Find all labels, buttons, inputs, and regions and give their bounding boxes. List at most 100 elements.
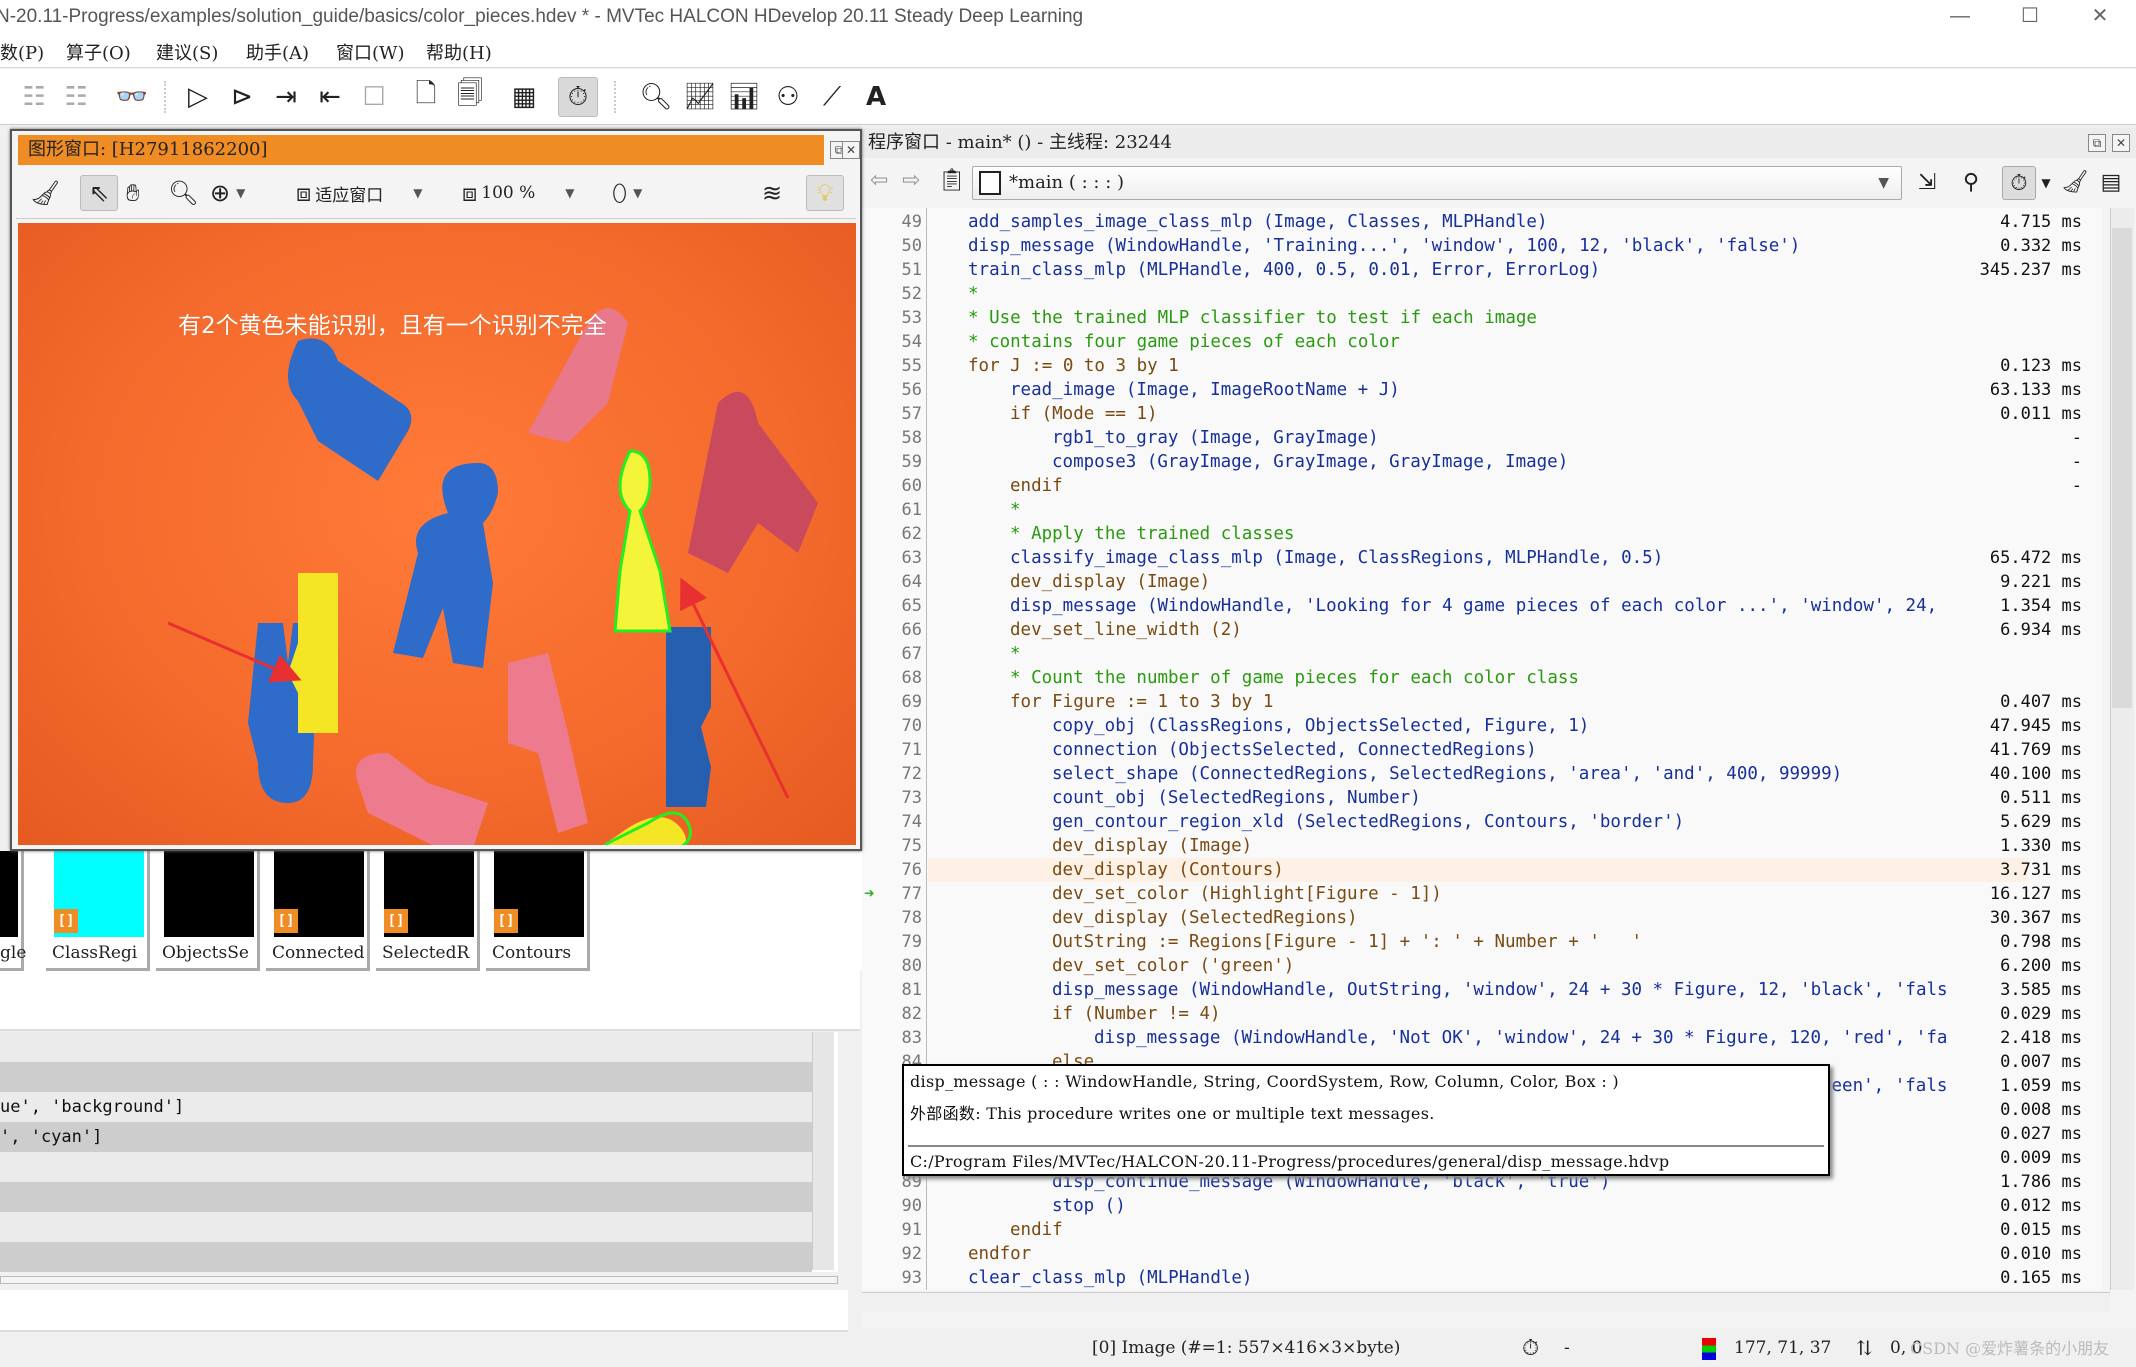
code-line[interactable]: * bbox=[968, 282, 979, 306]
line-number[interactable]: 68 bbox=[862, 666, 922, 690]
line-number[interactable]: 50 bbox=[862, 234, 922, 258]
code-line[interactable]: stop () bbox=[1052, 1194, 1126, 1218]
variable-row[interactable] bbox=[0, 1062, 812, 1092]
menu-window[interactable]: 窗口(W) bbox=[336, 39, 405, 65]
feature-histogram-icon[interactable]: 📊︎ bbox=[724, 77, 764, 117]
thumbnail-item[interactable]: gle bbox=[0, 851, 26, 971]
line-number[interactable]: 93 bbox=[862, 1266, 922, 1290]
shape-icon[interactable]: ⬯ ▼ bbox=[612, 175, 642, 211]
code-line[interactable]: classify_image_class_mlp (Image, ClassRe… bbox=[1010, 546, 1663, 570]
line-number[interactable]: 69 bbox=[862, 690, 922, 714]
maximize-button[interactable]: ☐ bbox=[2000, 0, 2060, 34]
line-number[interactable]: 83 bbox=[862, 1026, 922, 1050]
code-line[interactable]: clear_class_mlp (MLPHandle) bbox=[968, 1266, 1252, 1290]
line-number[interactable]: 54 bbox=[862, 330, 922, 354]
cancel-list-icon[interactable]: ☷ bbox=[56, 77, 96, 117]
variables-icon[interactable]: ▦ bbox=[504, 77, 544, 117]
pan-icon[interactable]: ✋︎ bbox=[126, 175, 140, 211]
code-line[interactable]: dev_display (Image) bbox=[1052, 834, 1252, 858]
line-number[interactable]: 73 bbox=[862, 786, 922, 810]
code-line[interactable]: * bbox=[1010, 498, 1021, 522]
line-number[interactable]: 62 bbox=[862, 522, 922, 546]
code-line[interactable]: for J := 0 to 3 by 1 bbox=[968, 354, 1179, 378]
menu-operators[interactable]: 算子(O) bbox=[66, 39, 131, 65]
magnifier-icon[interactable]: 🔍︎ bbox=[168, 175, 198, 211]
code-line[interactable]: disp_message (WindowHandle, 'Looking for… bbox=[1010, 594, 1937, 618]
variable-row[interactable]: ue', 'background'] bbox=[0, 1092, 812, 1122]
clear-breakpoints-icon[interactable]: ⚲ bbox=[1954, 166, 1988, 200]
line-number[interactable]: 92 bbox=[862, 1242, 922, 1266]
float-window-icon[interactable]: ⧉ bbox=[2088, 134, 2106, 152]
code-line[interactable]: for Figure := 1 to 3 by 1 bbox=[1010, 690, 1273, 714]
line-number[interactable]: 59 bbox=[862, 450, 922, 474]
code-line[interactable]: OutString := Regions[Figure - 1] + ': ' … bbox=[1052, 930, 1642, 954]
line-number[interactable]: 78 bbox=[862, 906, 922, 930]
code-scrollbar-thumb[interactable] bbox=[2112, 228, 2132, 708]
insert-code-icon[interactable]: 🗋 bbox=[406, 77, 446, 117]
line-number[interactable]: 79 bbox=[862, 930, 922, 954]
code-line[interactable]: * contains four game pieces of each colo… bbox=[968, 330, 1400, 354]
code-line[interactable]: dev_display (SelectedRegions) bbox=[1052, 906, 1358, 930]
feature-inspection-icon[interactable]: ⚇ bbox=[768, 77, 808, 117]
line-number[interactable]: 72 bbox=[862, 762, 922, 786]
code-line[interactable]: if (Number != 4) bbox=[1052, 1002, 1221, 1026]
menu-assistants[interactable]: 助手(A) bbox=[246, 39, 309, 65]
code-line[interactable]: dev_display (Contours) bbox=[1052, 858, 1284, 882]
code-line[interactable]: * Count the number of game pieces for ea… bbox=[1010, 666, 1579, 690]
code-line[interactable]: endif bbox=[1010, 1218, 1063, 1242]
variable-row[interactable] bbox=[0, 1242, 812, 1272]
line-number[interactable]: 80 bbox=[862, 954, 922, 978]
code-line[interactable]: * bbox=[1010, 642, 1021, 666]
code-line[interactable]: dev_set_color (Highlight[Figure - 1]) bbox=[1052, 882, 1442, 906]
line-number[interactable]: 49 bbox=[862, 210, 922, 234]
profiler-table-icon[interactable]: ▤ bbox=[2094, 166, 2128, 200]
menu-parameters[interactable]: 数(P) bbox=[0, 39, 44, 65]
stop-icon[interactable]: ☐ bbox=[354, 77, 394, 117]
line-number[interactable]: 82 bbox=[862, 1002, 922, 1026]
code-line[interactable]: compose3 (GrayImage, GrayImage, GrayImag… bbox=[1052, 450, 1568, 474]
code-line[interactable]: endfor bbox=[968, 1242, 1031, 1266]
insert-procedure-icon[interactable]: ⇲ bbox=[1910, 166, 1944, 200]
graphics-window-title[interactable]: 图形窗口: [H27911862200] bbox=[18, 135, 824, 165]
line-number[interactable]: 91 bbox=[862, 1218, 922, 1242]
menu-suggestions[interactable]: 建议(S) bbox=[156, 39, 218, 65]
code-line[interactable]: add_samples_image_class_mlp (Image, Clas… bbox=[968, 210, 1547, 234]
code-line[interactable]: gen_contour_region_xld (SelectedRegions,… bbox=[1052, 810, 1684, 834]
forward-icon[interactable]: ⇨ bbox=[902, 168, 920, 193]
line-number[interactable]: 60 bbox=[862, 474, 922, 498]
close-window-icon[interactable]: ✕ bbox=[842, 141, 860, 159]
clipboard-icon[interactable]: 📋︎ bbox=[938, 168, 966, 193]
line-number[interactable]: 55 bbox=[862, 354, 922, 378]
variable-row[interactable] bbox=[0, 1152, 812, 1182]
edit-procedure-icon[interactable]: 🗐 bbox=[450, 77, 490, 117]
line-number[interactable]: 81 bbox=[862, 978, 922, 1002]
variables-horizontal-scrollbar[interactable] bbox=[0, 1276, 838, 1284]
line-number[interactable]: 52 bbox=[862, 282, 922, 306]
pointer-icon[interactable]: ⇖ bbox=[80, 175, 118, 211]
ocr-icon[interactable]: A bbox=[856, 77, 896, 117]
variable-row[interactable] bbox=[0, 1182, 812, 1212]
close-button[interactable]: ✕ bbox=[2070, 0, 2130, 34]
variable-row[interactable] bbox=[0, 1212, 812, 1242]
line-number[interactable]: 65 bbox=[862, 594, 922, 618]
code-line[interactable]: disp_message (WindowHandle, 'Training...… bbox=[968, 234, 1800, 258]
procedure-selector[interactable]: *main ( : : : ) ▼ bbox=[972, 166, 1902, 200]
code-line[interactable]: * Apply the trained classes bbox=[1010, 522, 1294, 546]
code-line[interactable]: disp_message (WindowHandle, OutString, '… bbox=[1052, 978, 1948, 1002]
back-icon[interactable]: ⇦ bbox=[870, 168, 888, 193]
code-line[interactable]: dev_display (Image) bbox=[1010, 570, 1210, 594]
minimize-button[interactable]: — bbox=[1930, 0, 1990, 34]
variables-scrollbar[interactable] bbox=[812, 1032, 834, 1270]
line-number[interactable]: 53 bbox=[862, 306, 922, 330]
thumbnail-item[interactable]: ObjectsSe bbox=[156, 851, 260, 971]
code-line[interactable]: select_shape (ConnectedRegions, Selected… bbox=[1052, 762, 1842, 786]
clear-icon[interactable]: 🧹︎ bbox=[30, 175, 60, 211]
chevron-down-icon[interactable]: ▼ bbox=[2038, 166, 2054, 200]
code-line[interactable]: connection (ObjectsSelected, ConnectedRe… bbox=[1052, 738, 1537, 762]
code-line[interactable]: dev_set_color ('green') bbox=[1052, 954, 1294, 978]
line-number[interactable]: 67 bbox=[862, 642, 922, 666]
close-window-icon[interactable]: ✕ bbox=[2112, 134, 2130, 152]
line-number[interactable]: 56 bbox=[862, 378, 922, 402]
layers-icon[interactable]: ≋ bbox=[762, 175, 782, 211]
menu-help[interactable]: 帮助(H) bbox=[426, 39, 492, 65]
